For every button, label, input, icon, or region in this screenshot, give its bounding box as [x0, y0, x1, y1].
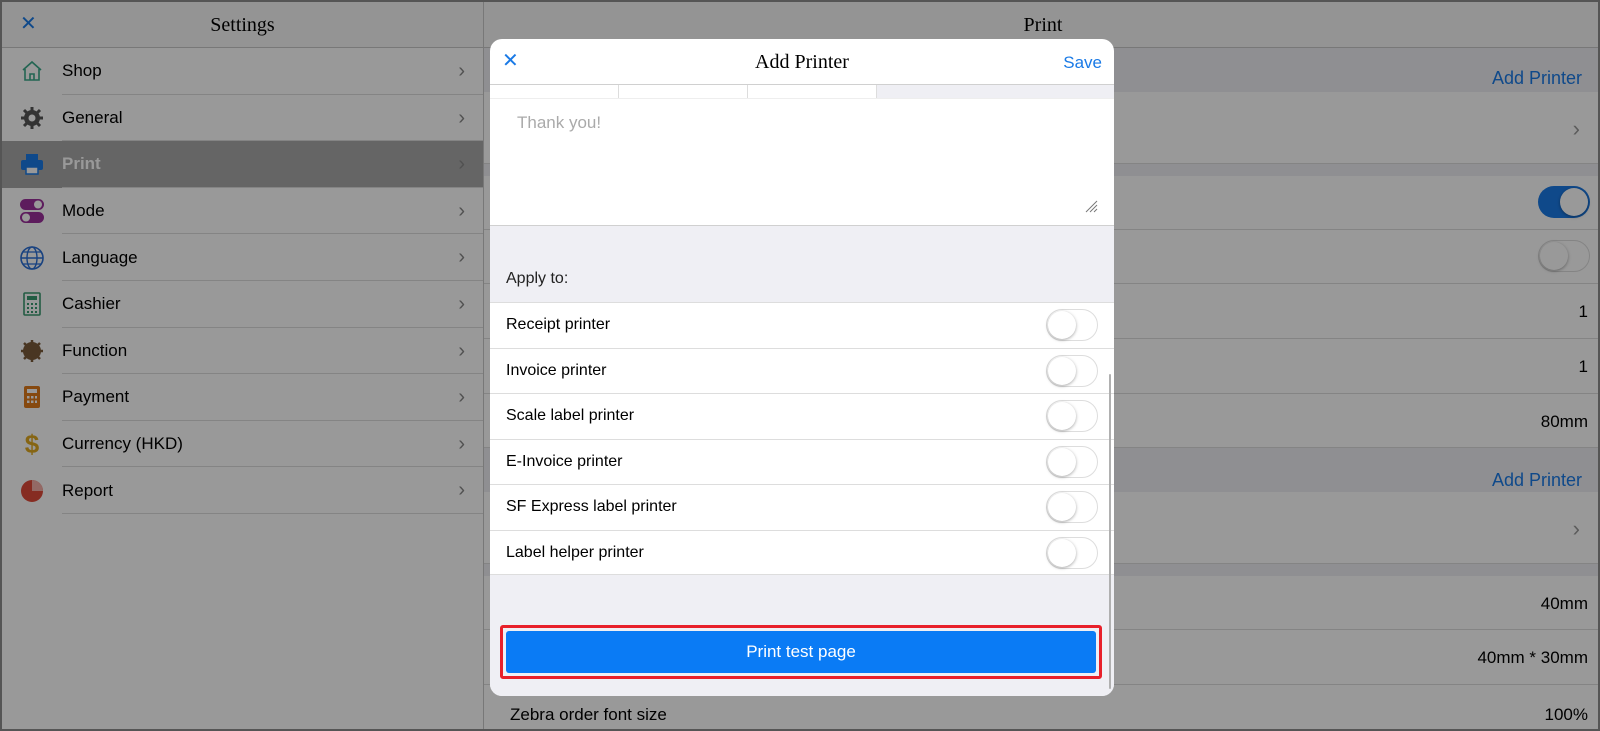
printer-type-row: Receipt printer — [490, 302, 1114, 348]
printer-type-label: SF Express label printer — [506, 498, 677, 516]
printer-type-toggle[interactable] — [1046, 354, 1098, 387]
printer-type-row: Label helper printer — [490, 529, 1114, 576]
save-button[interactable]: Save — [1063, 53, 1102, 73]
printer-type-row: Scale label printer — [490, 393, 1114, 439]
printer-type-row: E-Invoice printer — [490, 438, 1114, 485]
printer-type-label: E-Invoice printer — [506, 452, 623, 470]
test-button-highlight: Print test page — [500, 625, 1102, 679]
printer-type-toggle[interactable] — [1046, 536, 1098, 569]
scrollbar[interactable] — [1109, 374, 1111, 689]
add-printer-modal: ✕ Add Printer Save Thank you! Apply to: … — [490, 39, 1114, 696]
tab[interactable] — [490, 85, 619, 98]
printer-type-label: Receipt printer — [506, 316, 611, 334]
printer-type-row: SF Express label printer — [490, 484, 1114, 530]
textarea-placeholder: Thank you! — [517, 113, 602, 132]
printer-type-label: Scale label printer — [506, 407, 635, 425]
modal-title: Add Printer — [755, 51, 849, 73]
tab[interactable] — [748, 85, 877, 98]
app-window: ✕ Settings Shop › General › Print › Mode › Langu… — [0, 0, 1600, 731]
print-test-page-button[interactable]: Print test page — [506, 631, 1096, 673]
printer-type-list: Receipt printer Invoice printer Scale labe… — [490, 302, 1114, 575]
printer-type-label: Invoice printer — [506, 361, 607, 379]
apply-to-label: Apply to: — [506, 270, 569, 287]
printer-type-toggle[interactable] — [1046, 309, 1098, 341]
footer-message-input[interactable]: Thank you! — [490, 99, 1114, 226]
modal-tabs — [490, 85, 1114, 99]
tab[interactable] — [619, 85, 748, 98]
printer-type-label: Label helper printer — [506, 543, 644, 561]
printer-type-toggle[interactable] — [1046, 491, 1098, 523]
modal-header: ✕ Add Printer Save — [490, 39, 1114, 85]
printer-type-row: Invoice printer — [490, 347, 1114, 394]
apply-section: Apply to: — [490, 226, 1114, 302]
resize-grip-icon[interactable] — [1084, 199, 1098, 213]
printer-type-toggle[interactable] — [1046, 445, 1098, 478]
printer-type-toggle[interactable] — [1046, 400, 1098, 432]
